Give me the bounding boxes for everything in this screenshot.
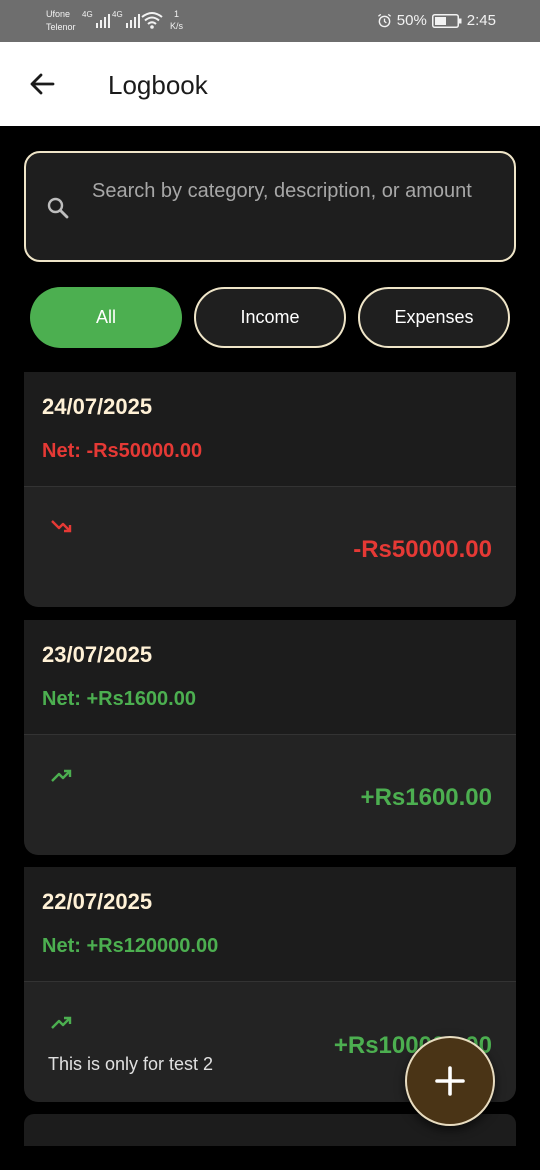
search-placeholder: Search by category, description, or amou… xyxy=(92,180,472,202)
day-date: 22/07/2025 xyxy=(42,889,153,914)
carrier-2: Telenor xyxy=(46,22,76,32)
day-net-total: Net: +Rs120000.00 xyxy=(42,935,219,957)
plus-icon xyxy=(435,1066,465,1096)
add-transaction-button[interactable] xyxy=(405,1036,495,1126)
filter-chip-expenses[interactable]: Expenses xyxy=(358,287,510,348)
day-header: 24/07/2025 Net: -Rs50000.00 xyxy=(24,372,516,486)
carrier-names: Ufone Telenor xyxy=(46,8,76,34)
battery-icon xyxy=(431,13,462,28)
carrier-1: Ufone xyxy=(46,9,71,19)
transaction-card[interactable]: -Rs50000.00 xyxy=(24,486,516,607)
battery-percent: 50% xyxy=(396,12,427,29)
day-net-total: Net: +Rs1600.00 xyxy=(42,688,196,710)
clock: 2:45 xyxy=(466,12,496,29)
status-right: 50% 2:45 xyxy=(377,12,496,29)
filter-chip-income[interactable]: Income xyxy=(194,287,346,348)
app-bar: Logbook xyxy=(0,42,540,126)
arrow-back-icon[interactable] xyxy=(28,70,56,98)
day-header: 23/07/2025 Net: +Rs1600.00 xyxy=(24,620,516,734)
trending-up-icon xyxy=(51,1016,72,1029)
signal-1-icon: 4G xyxy=(82,10,110,28)
day-header: 22/07/2025 Net: +Rs120000.00 xyxy=(24,867,516,981)
transaction-amount: +Rs1600.00 xyxy=(360,784,492,811)
transaction-description: This is only for test 2 xyxy=(48,1054,214,1074)
transaction-card[interactable]: +Rs1600.00 xyxy=(24,734,516,855)
status-bar: Ufone Telenor 4G 4G 1 K/s 50% 2:45 xyxy=(0,0,540,42)
wifi-icon xyxy=(141,12,163,29)
signal-2-icon: 4G xyxy=(112,10,140,28)
transaction-amount: -Rs50000.00 xyxy=(353,536,492,563)
day-net-total: Net: -Rs50000.00 xyxy=(42,440,203,462)
day-date: 23/07/2025 xyxy=(42,642,153,667)
search-input[interactable]: Search by category, description, or amou… xyxy=(24,151,516,262)
day-date: 24/07/2025 xyxy=(42,394,153,419)
network-speed: 1 K/s xyxy=(170,9,184,31)
alarm-icon xyxy=(377,13,391,28)
filter-chip-all[interactable]: All xyxy=(30,287,182,348)
page-title: Logbook xyxy=(108,70,208,100)
trending-down-icon xyxy=(51,520,72,533)
trending-up-icon xyxy=(51,769,72,782)
search-icon xyxy=(47,197,69,219)
